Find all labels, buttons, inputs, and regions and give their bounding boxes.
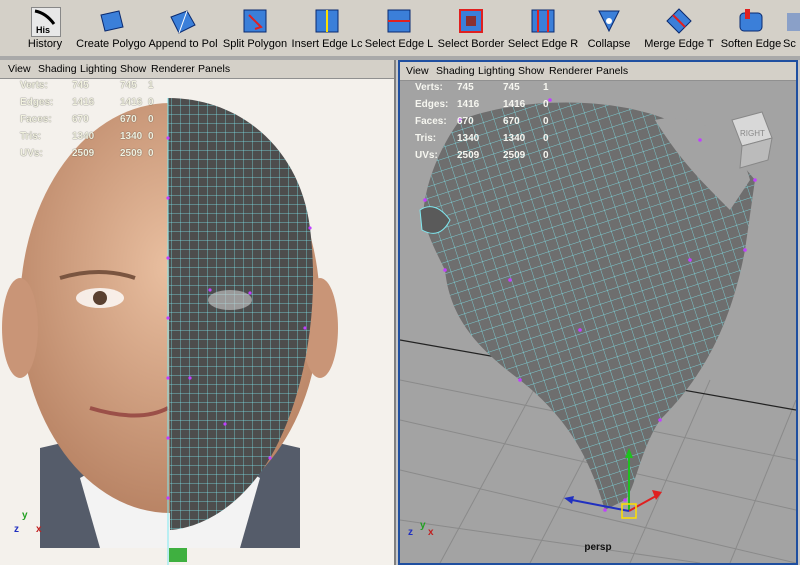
merge-edge-label: Merge Edge T xyxy=(644,38,714,50)
soften-edge-button[interactable]: Soften Edge xyxy=(719,2,783,54)
sculpt-icon xyxy=(785,7,800,35)
history-label: History xyxy=(27,38,63,50)
soften-edge-label: Soften Edge xyxy=(720,38,782,50)
soften-edge-icon xyxy=(737,7,765,35)
front-view-canvas xyxy=(2,98,338,565)
merge-edge-button[interactable]: Merge Edge T xyxy=(639,2,719,54)
menu-shading[interactable]: Shading xyxy=(436,65,475,77)
collapse-icon xyxy=(595,7,623,35)
axis-label-y-left: y xyxy=(22,510,28,521)
menu-show[interactable]: Show xyxy=(120,63,146,75)
menu-show[interactable]: Show xyxy=(518,65,544,77)
menu-renderer[interactable]: Renderer xyxy=(151,63,195,75)
insert-edge-loop-button[interactable]: Insert Edge Lc xyxy=(291,2,363,54)
select-edge-loop-label: Select Edge L xyxy=(364,38,434,50)
insert-edge-loop-label: Insert Edge Lc xyxy=(291,38,363,50)
menu-shading[interactable]: Shading xyxy=(38,63,77,75)
select-edge-ring-button[interactable]: Select Edge R xyxy=(507,2,579,54)
select-border-button[interactable]: Select Border xyxy=(435,2,507,54)
camera-name-label: persp xyxy=(584,542,612,553)
axis-label-x-right: x xyxy=(428,527,434,538)
append-polygon-button[interactable]: Append to Pol xyxy=(147,2,219,54)
insert-edge-loop-icon xyxy=(313,7,341,35)
polygon-shelf: His History Create Polygo Append to Pol … xyxy=(0,0,800,57)
menu-renderer[interactable]: Renderer xyxy=(549,65,593,77)
collapse-button[interactable]: Collapse xyxy=(579,2,639,54)
sculpt-button[interactable]: Sc xyxy=(783,2,800,54)
persp-viewport-menubar: View Shading Lighting Show Renderer Pane… xyxy=(400,62,796,81)
persp-viewport[interactable]: View Shading Lighting Show Renderer Pane… xyxy=(398,60,798,565)
select-edge-loop-icon xyxy=(385,7,413,35)
select-border-label: Select Border xyxy=(437,38,505,50)
axis-label-x-left: x xyxy=(36,524,42,535)
axis-label-z-left: z xyxy=(14,524,19,535)
menu-lighting[interactable]: Lighting xyxy=(478,65,515,77)
collapse-label: Collapse xyxy=(587,38,631,50)
select-border-icon xyxy=(457,7,485,35)
create-polygon-icon xyxy=(97,7,125,35)
svg-text:RIGHT: RIGHT xyxy=(740,129,765,138)
split-polygon-label: Split Polygon xyxy=(222,38,288,50)
select-edge-loop-button[interactable]: Select Edge L xyxy=(363,2,435,54)
select-edge-ring-label: Select Edge R xyxy=(507,38,579,50)
append-polygon-label: Append to Pol xyxy=(148,38,218,50)
axis-label-z-right: z xyxy=(408,527,413,538)
create-polygon-label: Create Polygo xyxy=(76,38,146,50)
axis-label-y-right: y xyxy=(420,520,426,531)
menu-panels[interactable]: Panels xyxy=(596,65,628,77)
menu-view[interactable]: View xyxy=(406,65,429,77)
append-polygon-icon xyxy=(169,7,197,35)
history-icon: His xyxy=(31,7,61,37)
front-viewport[interactable]: View Shading Lighting Show Renderer Pane… xyxy=(0,60,396,565)
front-viewport-menubar: View Shading Lighting Show Renderer Pane… xyxy=(0,60,394,79)
sculpt-label: Sc xyxy=(783,38,796,50)
menu-panels[interactable]: Panels xyxy=(198,63,230,75)
history-button[interactable]: His History xyxy=(20,2,70,54)
menu-lighting[interactable]: Lighting xyxy=(80,63,117,75)
pivot-marker xyxy=(169,548,187,562)
select-edge-ring-icon xyxy=(529,7,557,35)
create-polygon-button[interactable]: Create Polygo xyxy=(75,2,147,54)
split-polygon-button[interactable]: Split Polygon xyxy=(219,2,291,54)
merge-edge-icon xyxy=(665,7,693,35)
menu-view[interactable]: View xyxy=(8,63,31,75)
svg-text:His: His xyxy=(36,25,50,35)
split-polygon-icon xyxy=(241,7,269,35)
